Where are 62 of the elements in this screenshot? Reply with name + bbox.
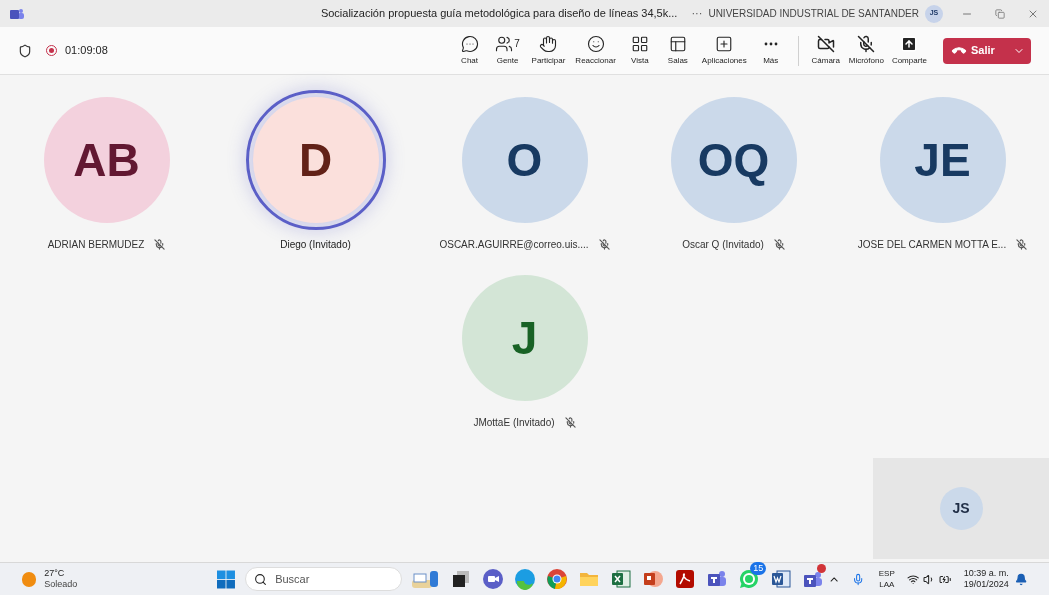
clock-time[interactable]: 10:39 a. m. [963,568,1009,579]
avatar-initials: O [506,132,543,188]
shield-icon [18,43,32,58]
panels-icon [668,34,687,53]
meeting-timer: 01:09:08 [65,43,108,59]
app-logo-icon [10,7,24,20]
participant-name: OSCAR.AGUIRRE@correo.uis.... [439,237,589,252]
participant-name: ADRIAN BERMUDEZ [47,237,145,252]
avatar-initials: AB [73,132,140,188]
toolbar-button[interactable]: Vista [620,28,659,73]
start-icon[interactable] [217,569,236,589]
notification-bell-icon[interactable] [1014,572,1027,586]
toolbar-button[interactable]: 7 Gente [488,28,527,73]
more-options[interactable]: ··· [691,5,703,22]
avatar-initials: JE [914,132,971,188]
pdf-app-icon[interactable] [674,568,697,590]
browser-circle-icon[interactable] [546,568,569,590]
chat-icon [460,34,479,53]
participant-name: Oscar Q (Invitado) [682,237,764,252]
clock-date[interactable]: 19/01/2024 [963,579,1009,590]
more-icon [763,41,778,46]
toolbar-button[interactable]: Más [751,28,790,73]
participant-name: JOSE DEL CARMEN MOTTA E... [857,237,1007,252]
restore-icon[interactable] [995,8,1005,19]
device-button[interactable]: Micrófono [844,28,888,73]
avatar-initials: D [298,132,333,188]
sun-icon [22,571,37,587]
smiley-icon [586,34,605,53]
slides-app-icon[interactable] [642,568,665,590]
device-button[interactable]: Cámara [806,28,845,73]
weather-condition: Soleado [44,579,78,590]
search-icon [254,572,268,586]
participant-name: JMottaE (Invitado) [473,415,555,430]
device-button[interactable]: Comparte [887,28,931,73]
weather-temperature: 27°C [44,568,66,579]
grid-icon [630,34,649,53]
wifi-icon[interactable] [906,572,920,586]
video-chat-icon[interactable] [482,568,505,590]
self-avatar: JS [939,487,983,530]
language-indicator[interactable]: ESP LAA [878,568,895,590]
toolbar-button[interactable]: Reaccionar [570,28,621,73]
people-icon [495,34,514,53]
browser-wave-icon[interactable] [514,568,537,590]
widget-illustration-icon[interactable] [410,568,441,590]
avatar-initials: OQ [697,132,770,188]
toolbar-button[interactable]: Aplicaciones [696,28,752,73]
window-title: Socialización propuesta guía metodológica para diseño de líneas 34,5k... [320,6,678,22]
toolbar-button[interactable]: Participar [526,28,571,73]
plus-square-icon [715,34,734,53]
document-app-icon[interactable] [770,568,793,590]
participant-name: Diego (Invitado) [280,237,351,252]
mic-icon[interactable] [852,572,865,586]
organization-name: UNIVERSIDAD INDUSTRIAL DE SANTANDER [708,7,919,21]
notification-count: 15 [750,562,767,575]
toolbar-button[interactable]: Chat [450,28,489,73]
avatar-initials: J [511,310,538,366]
search-field[interactable]: Buscar [245,567,403,591]
spreadsheet-icon[interactable] [610,568,633,590]
hand-icon [539,34,558,53]
toolbar-button[interactable]: Salas [658,28,697,73]
people-count: 7 [514,37,520,51]
leave-button[interactable]: Salir [943,37,1031,64]
